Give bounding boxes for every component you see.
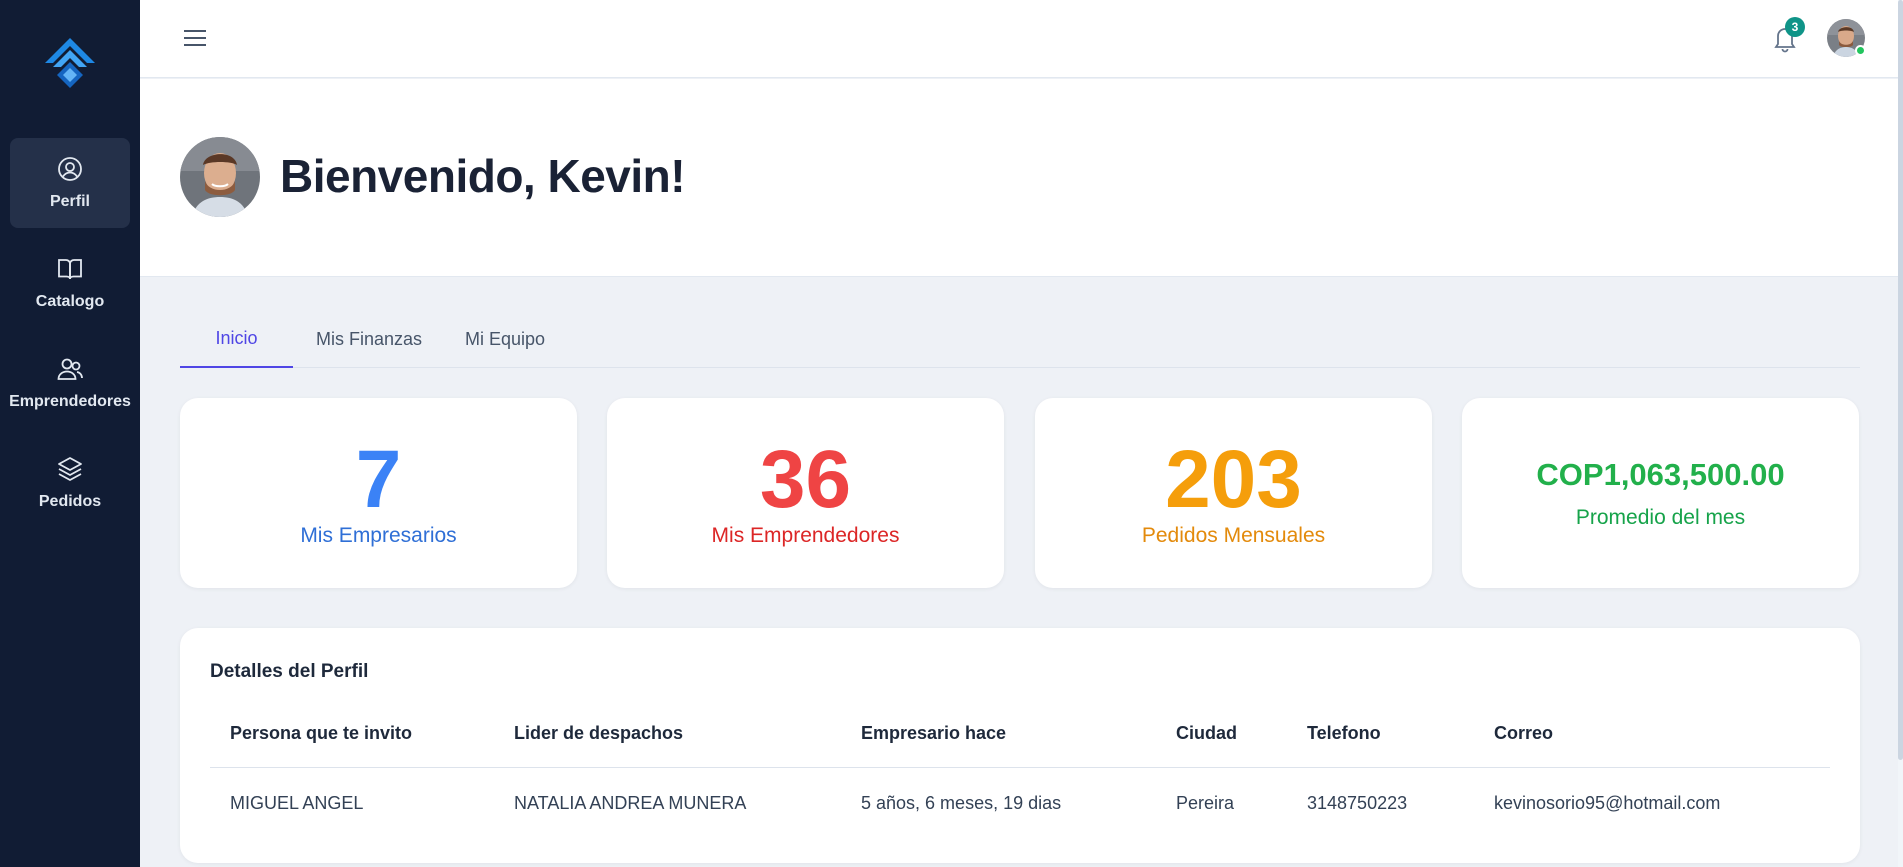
stat-value: 203 bbox=[1165, 434, 1302, 525]
stat-card-empresarios: 7 Mis Empresarios bbox=[180, 398, 577, 588]
table-cell: MIGUEL ANGEL bbox=[230, 792, 364, 813]
column-header: Telefono bbox=[1307, 722, 1381, 743]
layers-icon bbox=[58, 457, 82, 481]
column-header: Ciudad bbox=[1176, 722, 1237, 743]
online-status-dot bbox=[1855, 45, 1866, 56]
scrollbar-thumb[interactable] bbox=[1898, 0, 1903, 760]
column-header: Empresario hace bbox=[861, 722, 1007, 743]
sidebar: Perfil Catalogo Emprendedores Pedidos bbox=[0, 0, 140, 867]
tab-inicio[interactable]: Inicio bbox=[180, 310, 293, 368]
sidebar-item-perfil[interactable]: Perfil bbox=[10, 138, 130, 228]
tab-mi-equipo[interactable]: Mi Equipo bbox=[450, 310, 560, 368]
sidebar-item-emprendedores[interactable]: Emprendedores bbox=[9, 338, 131, 428]
user-photo-icon bbox=[180, 137, 260, 217]
stat-label: Promedio del mes bbox=[1575, 506, 1746, 529]
stat-label: Mis Emprendedores bbox=[711, 524, 900, 547]
user-circle-icon bbox=[58, 157, 82, 181]
column-header: Correo bbox=[1494, 722, 1554, 743]
page-title: Bienvenido, Kevin! bbox=[280, 150, 686, 202]
book-open-icon bbox=[58, 259, 82, 280]
sidebar-item-label: Pedidos bbox=[38, 493, 102, 510]
stat-label: Pedidos Mensuales bbox=[1141, 524, 1326, 547]
sidebar-item-label: Perfil bbox=[49, 193, 90, 210]
sidebar-item-catalogo[interactable]: Catalogo bbox=[10, 238, 130, 328]
table-cell: 5 años, 6 meses, 19 dias bbox=[861, 792, 1062, 813]
stat-card-promedio: COP1,063,500.00 Promedio del mes bbox=[1462, 398, 1859, 588]
notification-badge: 3 bbox=[1785, 17, 1805, 37]
table-cell: NATALIA ANDREA MUNERA bbox=[514, 792, 747, 813]
tab-bar: Inicio Mis Finanzas Mi Equipo bbox=[180, 310, 1860, 368]
stat-card-pedidos: 203 Pedidos Mensuales bbox=[1035, 398, 1432, 588]
table-cell: Pereira bbox=[1176, 792, 1235, 813]
table-cell: 3148750223 bbox=[1307, 792, 1408, 813]
stat-card-emprendedores: 36 Mis Emprendedores bbox=[607, 398, 1004, 588]
stat-label: Mis Empresarios bbox=[300, 524, 457, 547]
section-title: Detalles del Perfil bbox=[210, 661, 369, 682]
table-cell: kevinosorio95@hotmail.com bbox=[1494, 792, 1721, 813]
scrollbar[interactable] bbox=[1898, 0, 1903, 867]
users-icon bbox=[57, 358, 83, 380]
sidebar-item-label: Emprendedores bbox=[9, 393, 131, 410]
stat-value: 36 bbox=[759, 434, 852, 525]
column-header: Lider de despachos bbox=[514, 722, 684, 743]
table-header: Persona que te invito Lider de despachos… bbox=[210, 698, 1830, 768]
column-header: Persona que te invito bbox=[230, 722, 413, 743]
table-row: MIGUEL ANGEL NATALIA ANDREA MUNERA 5 año… bbox=[210, 768, 1830, 838]
stat-value: 7 bbox=[355, 434, 402, 525]
welcome-header: Bienvenido, Kevin! bbox=[140, 79, 1898, 277]
stat-value: COP1,063,500.00 bbox=[1536, 457, 1785, 492]
profile-details-card: Detalles del Perfil Persona que te invit… bbox=[180, 628, 1860, 863]
topbar: 3 bbox=[140, 0, 1898, 78]
menu-icon[interactable] bbox=[182, 27, 208, 49]
profile-avatar bbox=[180, 137, 260, 217]
sidebar-item-label: Catalogo bbox=[35, 293, 105, 310]
sidebar-item-pedidos[interactable]: Pedidos bbox=[10, 438, 130, 528]
logo-icon[interactable] bbox=[43, 36, 97, 90]
tab-mis-finanzas[interactable]: Mis Finanzas bbox=[304, 310, 434, 368]
